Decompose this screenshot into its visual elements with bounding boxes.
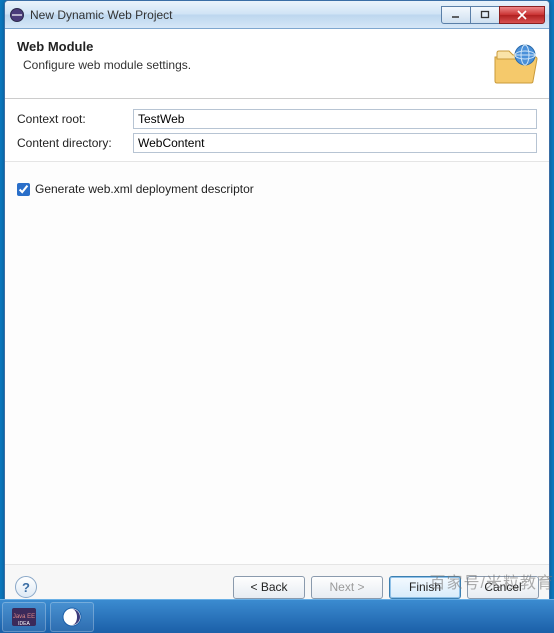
generate-webxml-row: Generate web.xml deployment descriptor <box>17 182 537 196</box>
context-root-input[interactable] <box>133 109 537 129</box>
minimize-button[interactable] <box>441 6 471 24</box>
context-root-label: Context root: <box>17 112 133 126</box>
window-controls <box>442 6 545 24</box>
cancel-button[interactable]: Cancel <box>467 576 539 599</box>
dialog-window: New Dynamic Web Project Web Module Confi… <box>4 0 550 610</box>
content-dir-label: Content directory: <box>17 136 133 150</box>
page-title: Web Module <box>17 39 537 54</box>
content-dir-input[interactable] <box>133 133 537 153</box>
taskbar[interactable]: Java EE IDEA <box>0 599 554 633</box>
maximize-button[interactable] <box>470 6 500 24</box>
taskbar-item-javaee[interactable]: Java EE IDEA <box>2 602 46 632</box>
svg-text:IDEA: IDEA <box>18 621 30 627</box>
generate-webxml-label[interactable]: Generate web.xml deployment descriptor <box>35 182 254 196</box>
back-button[interactable]: < Back <box>233 576 305 599</box>
close-button[interactable] <box>499 6 545 24</box>
help-icon[interactable]: ? <box>15 576 37 598</box>
eclipse-icon <box>9 7 25 23</box>
titlebar[interactable]: New Dynamic Web Project <box>5 1 549 29</box>
folder-web-icon <box>491 43 539 85</box>
window-title: New Dynamic Web Project <box>30 8 442 22</box>
finish-button[interactable]: Finish <box>389 576 461 599</box>
svg-text:Java EE: Java EE <box>13 614 35 620</box>
generate-webxml-checkbox[interactable] <box>17 183 30 196</box>
content-area: Generate web.xml deployment descriptor <box>5 161 549 565</box>
content-dir-row: Content directory: <box>17 133 537 153</box>
form-area: Context root: Content directory: <box>5 99 549 161</box>
next-button: Next > <box>311 576 383 599</box>
taskbar-item-eclipse[interactable] <box>50 602 94 632</box>
context-root-row: Context root: <box>17 109 537 129</box>
wizard-header: Web Module Configure web module settings… <box>5 29 549 99</box>
page-subtitle: Configure web module settings. <box>23 58 537 72</box>
